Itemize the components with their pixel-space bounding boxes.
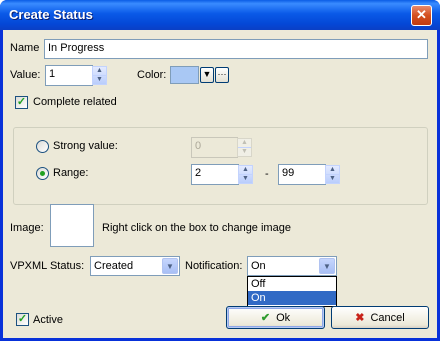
spin-up-icon[interactable]: ▲ [238, 139, 251, 148]
complete-related-label: Complete related [33, 96, 117, 108]
x-icon: ✖ [355, 312, 365, 324]
active-checkbox[interactable]: ✓ [16, 313, 29, 326]
name-label: Name [10, 42, 40, 54]
chevron-down-icon[interactable]: ▼ [162, 258, 178, 274]
range-from-input[interactable]: 2 [191, 164, 239, 185]
check-icon: ✓ [16, 96, 27, 108]
spin-down-icon[interactable]: ▼ [93, 76, 106, 85]
close-icon: ✕ [416, 7, 427, 22]
dialog-body: Name In Progress Value: 1 ▲ ▼ Color: ▼ ·… [3, 30, 437, 338]
value-label: Value: [10, 69, 41, 81]
spin-down-icon[interactable]: ▼ [238, 148, 251, 157]
strong-value-input[interactable]: 0 [191, 137, 238, 158]
color-dropdown-button[interactable]: ▼ [200, 67, 214, 83]
notification-select[interactable]: On ▼ [247, 256, 337, 276]
range-radio[interactable] [36, 167, 49, 180]
complete-related-checkbox[interactable]: ✓ [15, 96, 28, 109]
value-spinner[interactable]: ▲ ▼ [92, 66, 107, 85]
strong-value-label: Strong value: [53, 140, 118, 152]
vpxml-status-label: VPXML Status: [10, 260, 85, 272]
notification-label: Notification: [185, 260, 243, 272]
cancel-label: Cancel [370, 312, 405, 324]
spin-up-icon[interactable]: ▲ [93, 67, 106, 76]
check-icon: ✓ [17, 313, 28, 325]
vpxml-status-select[interactable]: Created ▼ [90, 256, 180, 276]
spin-up-icon[interactable]: ▲ [326, 166, 339, 175]
title-bar[interactable]: Create Status ✕ [0, 0, 440, 30]
spin-up-icon[interactable]: ▲ [239, 166, 252, 175]
strong-value-radio[interactable] [36, 140, 49, 153]
image-hint: Right click on the box to change image [102, 222, 291, 234]
ellipsis-icon: ··· [217, 69, 227, 79]
range-from-spinner[interactable]: ▲ ▼ [238, 165, 253, 184]
spin-down-icon[interactable]: ▼ [326, 175, 339, 184]
color-label: Color: [137, 69, 167, 81]
cancel-button[interactable]: ✖ Cancel [331, 306, 429, 329]
notification-dropdown-list: Off On [247, 276, 337, 307]
ok-label: Ok [276, 312, 291, 324]
chevron-down-icon[interactable]: ▼ [319, 258, 335, 274]
checkmark-icon: ✔ [260, 312, 271, 324]
notification-option-on[interactable]: On [248, 291, 336, 305]
dialog-title: Create Status [9, 7, 93, 22]
close-button[interactable]: ✕ [411, 5, 432, 26]
range-to-spinner[interactable]: ▲ ▼ [325, 165, 340, 184]
name-input[interactable]: In Progress [44, 39, 428, 59]
color-swatch[interactable] [170, 66, 199, 84]
range-separator: - [265, 168, 269, 180]
vpxml-status-value: Created [94, 260, 134, 272]
notification-option-off[interactable]: Off [248, 277, 336, 291]
strong-value-spinner[interactable]: ▲ ▼ [237, 138, 252, 157]
notification-value: On [251, 260, 266, 272]
radio-dot-icon [40, 171, 45, 176]
image-label: Image: [10, 222, 44, 234]
dialog-window: Create Status ✕ Name In Progress Value: … [0, 0, 440, 341]
range-to-input[interactable]: 99 [278, 164, 326, 185]
image-box[interactable] [50, 204, 94, 247]
color-more-button[interactable]: ··· [215, 67, 229, 83]
chevron-down-icon: ▼ [202, 69, 212, 79]
range-label: Range: [53, 167, 89, 179]
active-label: Active [33, 314, 63, 326]
spin-down-icon[interactable]: ▼ [239, 175, 252, 184]
value-input[interactable]: 1 [45, 65, 93, 86]
ok-button[interactable]: ✔ Ok [226, 306, 325, 329]
